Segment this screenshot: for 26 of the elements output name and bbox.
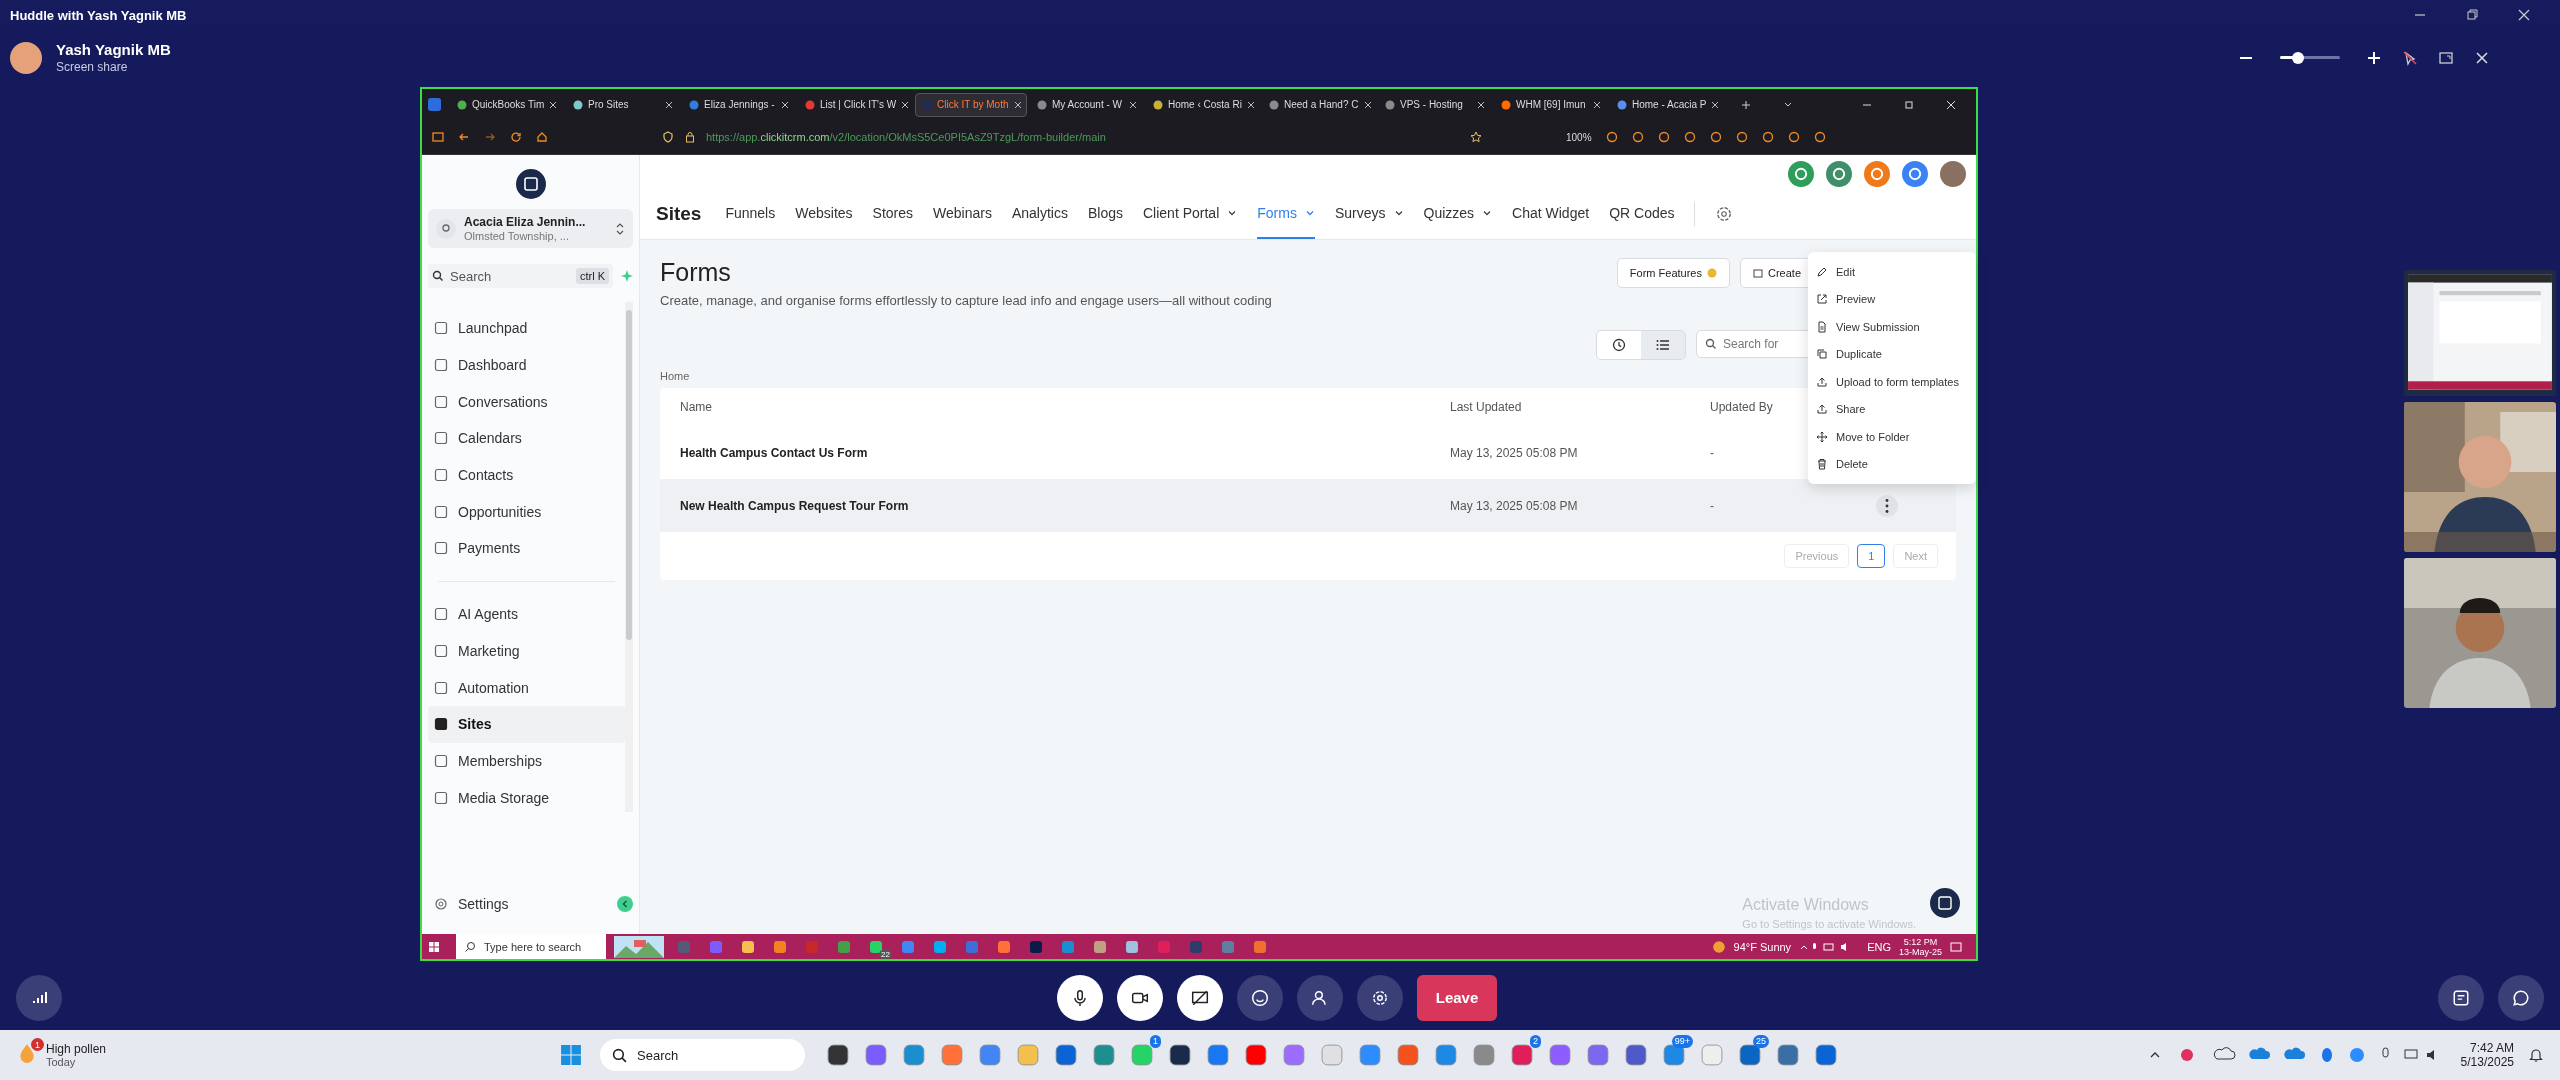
notification-badge: 2 [1530, 1035, 1541, 1048]
column-header: Name [680, 400, 712, 414]
window-title: Huddle with Yash Yagnik MB [10, 7, 187, 23]
table-cell-text: New Health Campus Request Tour Form [680, 498, 910, 513]
column-header: Updated By [1710, 400, 1773, 414]
notification-badge: 25 [1753, 1035, 1769, 1048]
table-cell-text: - [1710, 498, 1715, 513]
presenter-status: Screen share [56, 60, 129, 74]
presenter-name: Yash Yagnik MB [56, 41, 171, 58]
table-cell-text: May 13, 2025 05:08 PM [1450, 445, 1579, 460]
notification-badge: 1 [31, 1038, 44, 1051]
table-cell-text: - [1710, 445, 1715, 460]
notification-badge: 99+ [1671, 1035, 1693, 1048]
url-text: https://app.clickitcrm.com/v2/location/OkMsS5Ce0PI5AsZ9TzgL/form-builder/main [706, 131, 1106, 143]
notification-badge: 22 [879, 950, 892, 959]
account-name: Acacia Eliza Jennin... [464, 215, 587, 229]
column-header: Last Updated [1450, 400, 1522, 414]
table-cell-text: May 13, 2025 05:08 PM [1450, 498, 1579, 513]
account-location: Olmsted Township, ... [464, 230, 570, 242]
page-subtitle: Create, manage, and organise forms effortlessly to capture lead info and engage users—all without coding [660, 293, 1272, 308]
section-title: Sites [656, 203, 702, 225]
page-title: Forms [660, 258, 732, 287]
shortcut-badge: ctrl K [575, 268, 609, 284]
weather-text: 94°F Sunny [1733, 940, 1792, 953]
table-cell-text: Health Campus Contact Us Form [680, 445, 869, 460]
notification-badge: 1 [1150, 1035, 1161, 1048]
